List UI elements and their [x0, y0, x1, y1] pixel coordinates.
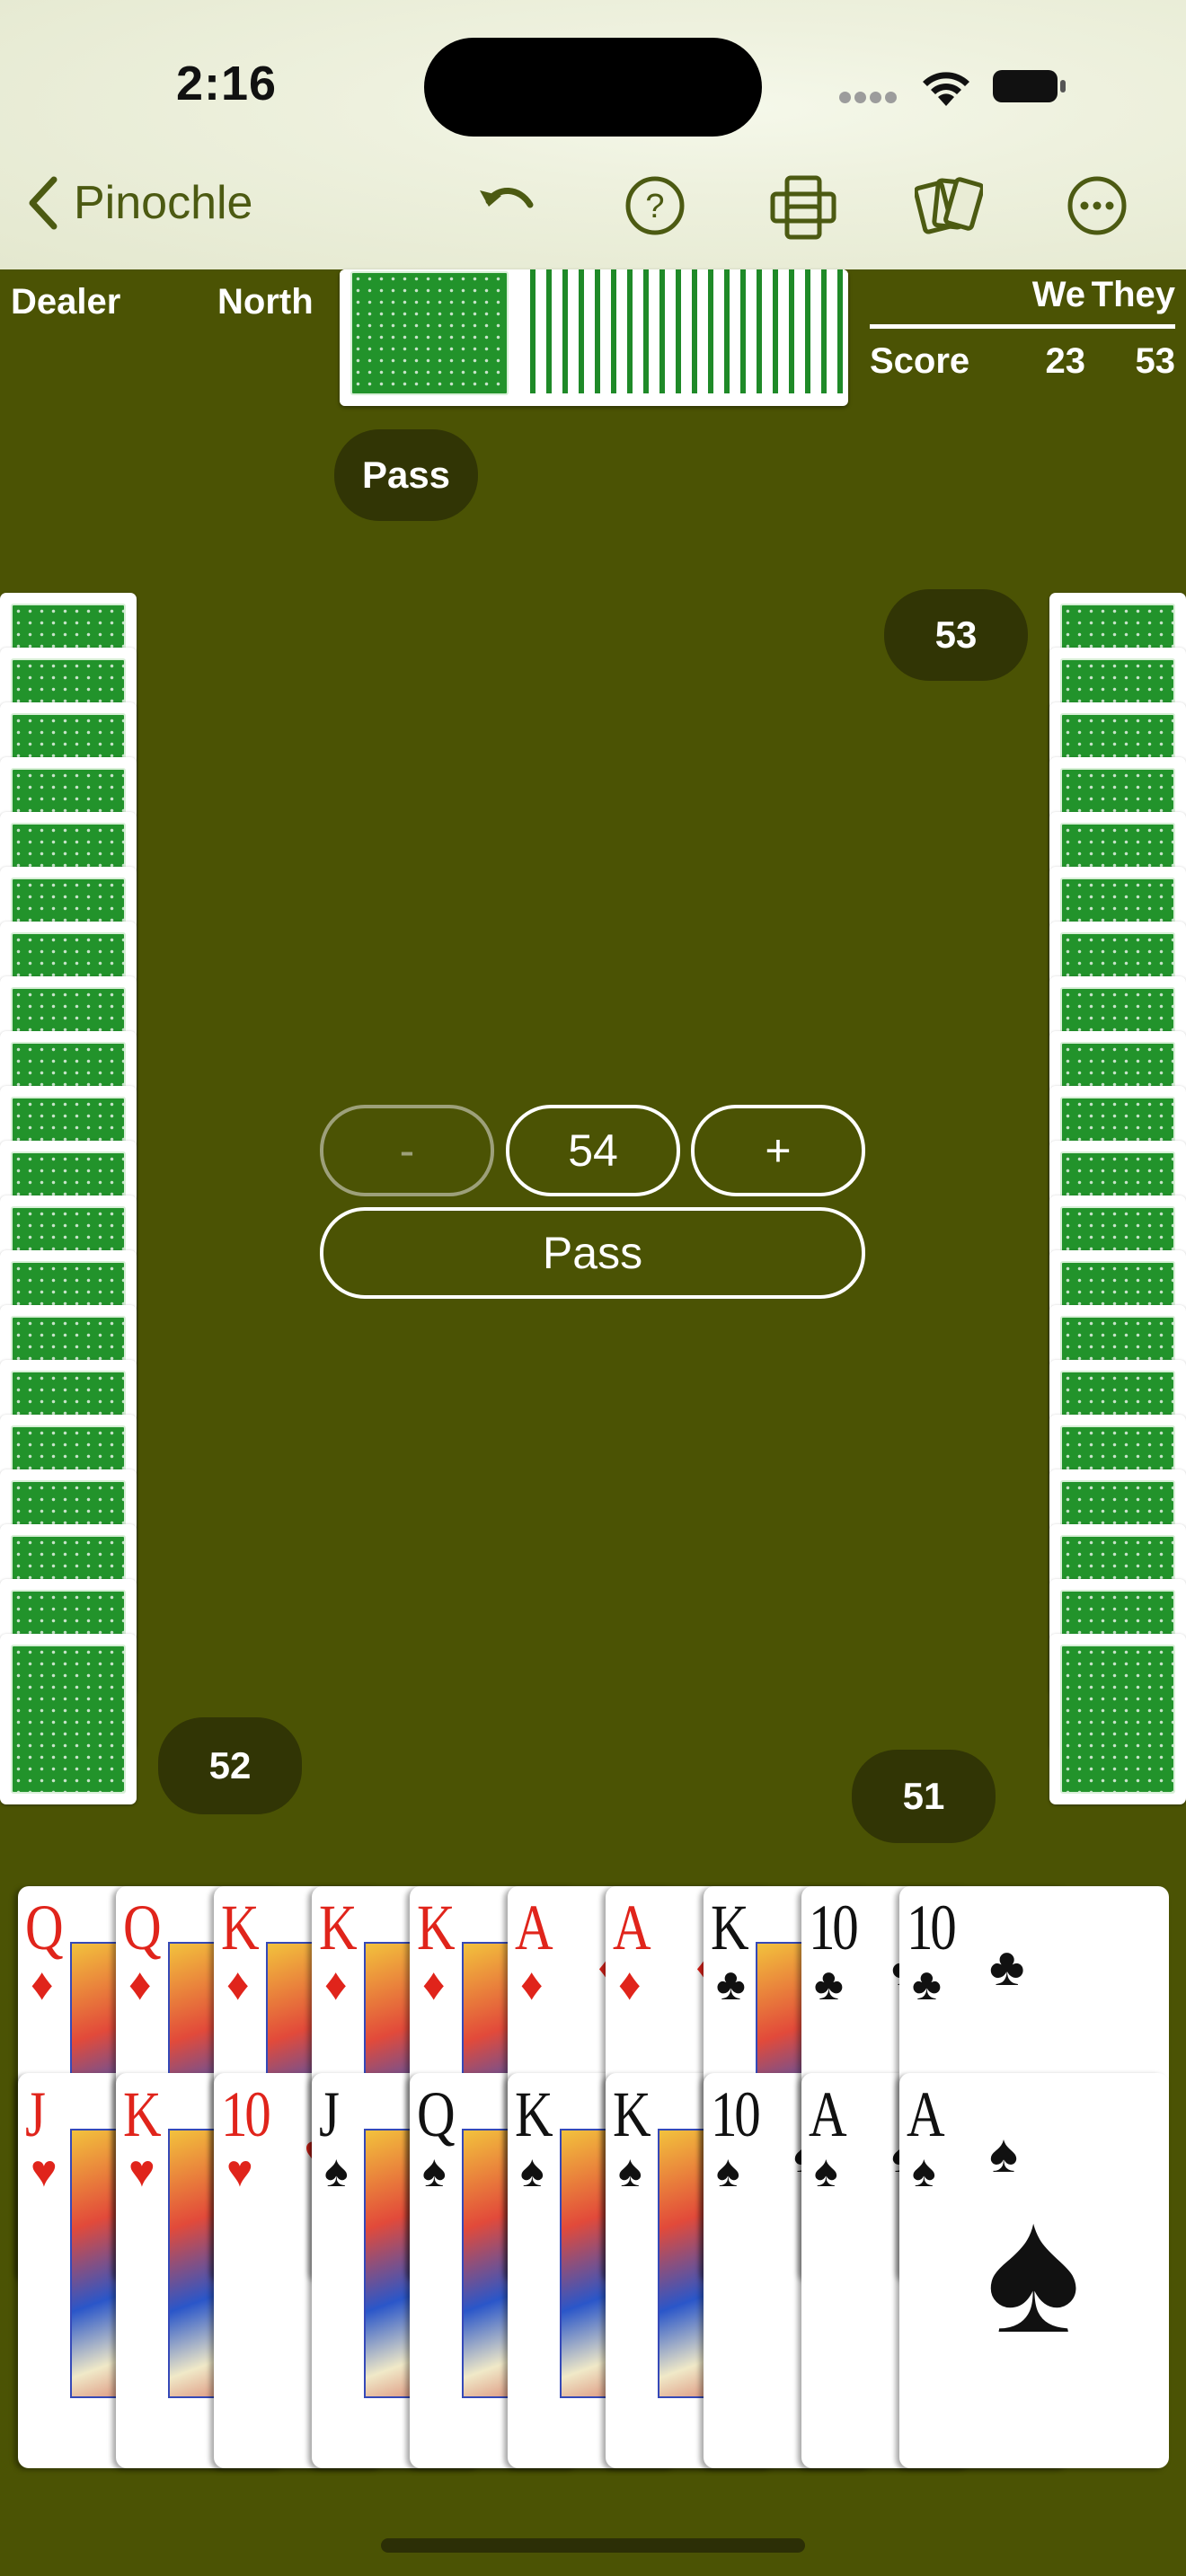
top-bar: 2:16 Pinochle ? [0, 0, 1186, 269]
card-rank: A [613, 1892, 651, 1963]
card-rank: K [515, 2078, 553, 2150]
card-suit-icon: ♠ [324, 2146, 349, 2196]
card-rank: K [221, 1892, 260, 1963]
card-rank: Q [417, 2078, 456, 2150]
card-rank: K [123, 2078, 162, 2150]
status-time: 2:16 [176, 57, 278, 110]
card-back [0, 1634, 137, 1804]
card-suit-icon: ♠ [814, 2146, 838, 2196]
west-hand [0, 593, 137, 1818]
hand-bottom-row-card[interactable]: A ♠ ♠ ♠ [899, 2073, 1169, 2468]
help-icon[interactable]: ? [624, 174, 686, 237]
card-rank: 10 [809, 1892, 859, 1963]
card-rank: 10 [711, 2078, 761, 2150]
dealer-label: Dealer [11, 282, 121, 322]
back-button[interactable]: Pinochle [25, 176, 252, 230]
undo-icon[interactable] [474, 174, 539, 228]
card-back [1049, 1634, 1186, 1804]
card-pip-icon: ♣ [989, 1936, 1025, 1997]
east-bid-bubble: 53 [884, 589, 1028, 681]
card-suit-icon: ♠ [422, 2146, 447, 2196]
card-suit-icon: ♣ [814, 1959, 844, 2009]
card-rank: K [319, 1892, 358, 1963]
card-rank: K [417, 1892, 456, 1963]
card-rank: J [319, 2078, 340, 2150]
bid-increase-button[interactable]: + [691, 1105, 865, 1196]
north-bid-bubble: Pass [334, 429, 478, 521]
score-col-they: They [1091, 275, 1175, 314]
card-suit-icon: ♦ [324, 1959, 348, 2009]
card-suit-icon: ♣ [912, 1959, 942, 2009]
score-table: We They Score 23 53 [870, 275, 1175, 382]
north-label: North [217, 282, 314, 322]
card-suit-icon: ♠ [618, 2146, 642, 2196]
more-icon[interactable] [1066, 174, 1128, 237]
card-suit-icon: ♠ [716, 2146, 740, 2196]
chevron-left-icon [29, 176, 58, 230]
bid-value-display: 54 [506, 1105, 680, 1196]
card-rank: A [809, 2078, 847, 2150]
card-rank: J [25, 2078, 46, 2150]
card-suit-icon: ♦ [618, 1959, 642, 2009]
card-rank: K [613, 2078, 651, 2150]
battery-icon [993, 70, 1066, 102]
card-suit-icon: ♦ [422, 1959, 446, 2009]
card-suit-icon: ♦ [520, 1959, 544, 2009]
card-rank: A [907, 2078, 945, 2150]
dynamic-island [424, 38, 762, 137]
card-suit-icon: ♦ [226, 1959, 250, 2009]
deck-icon[interactable] [915, 174, 983, 237]
card-rank: Q [123, 1892, 162, 1963]
card-rank: A [515, 1892, 553, 1963]
card-suit-icon: ♥ [31, 2146, 58, 2196]
south-bid-bubble: 51 [852, 1750, 996, 1843]
card-suit-icon: ♥ [226, 2146, 253, 2196]
pass-button[interactable]: Pass [320, 1207, 865, 1299]
arrange-cards-icon[interactable] [769, 174, 837, 241]
card-rank: Q [25, 1892, 64, 1963]
north-top-card [340, 269, 519, 406]
spade-icon: ♠ [986, 2170, 1082, 2370]
score-row-label: Score [870, 341, 970, 381]
card-suit-icon: ♦ [128, 1959, 152, 2009]
card-suit-icon: ♦ [31, 1959, 54, 2009]
home-indicator [381, 2538, 805, 2553]
bid-decrease-button[interactable]: - [320, 1105, 494, 1196]
score-they-value: 53 [1135, 341, 1176, 381]
card-suit-icon: ♣ [716, 1959, 746, 2009]
card-rank: 10 [907, 1892, 957, 1963]
svg-text:?: ? [645, 188, 664, 225]
west-bid-bubble: 52 [158, 1717, 302, 1814]
card-suit-icon: ♠ [520, 2146, 544, 2196]
player-hand: Q♦Q♦K♦K♦K♦A♦♦A♦♦K♣10♣♣10♣♣J♥K♥10♥♥J♠Q♠K♠… [0, 1886, 1186, 2479]
card-rank: K [711, 1892, 749, 1963]
card-rank: 10 [221, 2078, 271, 2150]
north-hand [340, 269, 848, 406]
east-hand [1049, 593, 1186, 1818]
card-suit-icon: ♠ [912, 2146, 936, 2196]
back-button-label: Pinochle [74, 177, 253, 229]
score-col-we: We [1031, 275, 1085, 314]
score-we-value: 23 [1045, 341, 1086, 381]
card-suit-icon: ♥ [128, 2146, 155, 2196]
wifi-icon [923, 72, 969, 106]
signal-dots-icon [839, 92, 900, 104]
